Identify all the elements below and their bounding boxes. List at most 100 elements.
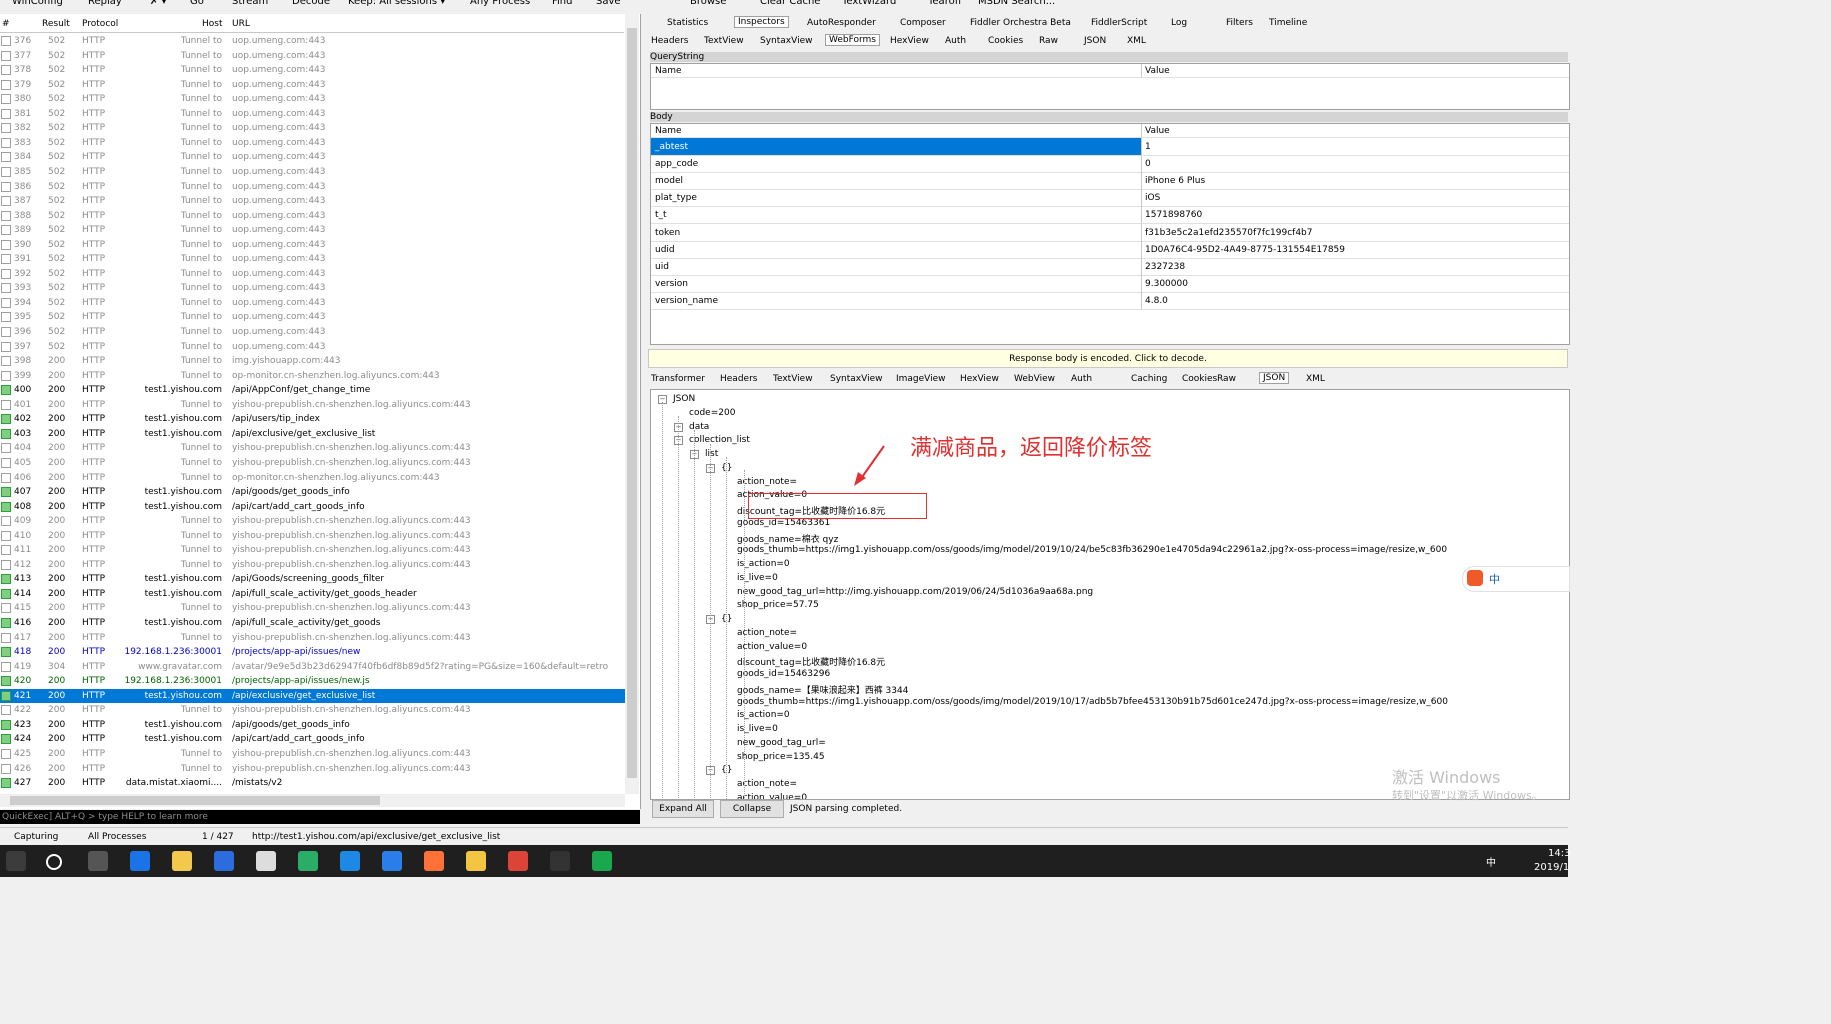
req-tab-json[interactable]: JSON (1084, 36, 1106, 46)
table-row[interactable]: 397 502 HTTP Tunnel to uop.umeng.com:443 (0, 340, 625, 355)
tree-leaf[interactable]: goods_name=【果味浪起来】西裤 3344 (737, 683, 908, 696)
tree-leaf[interactable]: action_note= (737, 779, 797, 789)
table-row[interactable]: 406 200 HTTP Tunnel to op-monitor.cn-shenzhe… (0, 471, 625, 486)
toolbar-item[interactable]: WinConfig (12, 0, 63, 7)
tray-ime[interactable]: 中 (1486, 854, 1496, 869)
table-row[interactable]: 387 502 HTTP Tunnel to uop.umeng.com:443 (0, 194, 625, 209)
body-field-value[interactable]: 4.8.0 (1145, 296, 1168, 306)
table-row[interactable]: 415 200 HTTP Tunnel to yishou-prepublish.cn-… (0, 601, 625, 616)
table-row[interactable]: 412 200 HTTP Tunnel to yishou-prepublish.cn-… (0, 558, 625, 573)
collapse-button[interactable]: Collapse (720, 800, 784, 818)
table-row[interactable]: 377 502 HTTP Tunnel to uop.umeng.com:443 (0, 49, 625, 64)
body-field-value[interactable]: 1D0A76C4-95D2-4A49-8775-131554E17859 (1145, 245, 1345, 255)
toolbar-item[interactable]: Browse (690, 0, 726, 7)
toolbar-item[interactable]: Find (552, 0, 573, 7)
body-field-value[interactable]: 1 (1145, 142, 1151, 152)
wechat-icon[interactable] (298, 851, 318, 871)
fiddler-taskbar-icon[interactable] (592, 851, 612, 871)
file-explorer-icon[interactable] (172, 851, 192, 871)
table-row[interactable]: 425 200 HTTP Tunnel to yishou-prepublish.cn-… (0, 747, 625, 762)
table-row[interactable]: 378 502 HTTP Tunnel to uop.umeng.com:443 (0, 63, 625, 78)
resp-tab-caching[interactable]: Caching (1131, 374, 1167, 384)
body-row[interactable]: t_t 1571898760 (651, 206, 1569, 225)
chrome-icon[interactable] (508, 851, 528, 871)
tree-node[interactable]: collection_list (689, 435, 750, 445)
req-tab-xml[interactable]: XML (1127, 36, 1146, 46)
table-row[interactable]: 389 502 HTTP Tunnel to uop.umeng.com:443 (0, 223, 625, 238)
table-row[interactable]: 384 502 HTTP Tunnel to uop.umeng.com:443 (0, 150, 625, 165)
body-row[interactable]: plat_type iOS (651, 189, 1569, 208)
body-grid[interactable]: Name Value _abtest 1 app_code 0 model iPhone … (650, 123, 1570, 345)
store-icon[interactable] (214, 851, 234, 871)
resp-tab-xml[interactable]: XML (1306, 374, 1325, 384)
body-row[interactable]: token f31b3e5c2a1efd235570f7fc199cf4b7 (651, 223, 1569, 242)
col-url[interactable]: URL (232, 19, 250, 29)
tab-autoresponder[interactable]: AutoResponder (807, 18, 876, 28)
req-tab-hexview[interactable]: HexView (890, 36, 929, 46)
tree-leaf[interactable]: action_value=0 (737, 793, 807, 799)
toolbar-item[interactable]: Keep: All sessions ▾ (348, 0, 445, 7)
table-row[interactable]: 411 200 HTTP Tunnel to yishou-prepublish.cn-… (0, 543, 625, 558)
toolbar-item[interactable]: Any Process (470, 0, 530, 7)
table-row[interactable]: 382 502 HTTP Tunnel to uop.umeng.com:443 (0, 121, 625, 136)
table-row[interactable]: 385 502 HTTP Tunnel to uop.umeng.com:443 (0, 165, 625, 180)
toolbar-item[interactable]: Decode (292, 0, 330, 7)
table-row[interactable]: 416 200 HTTP test1.yishou.com/api/full_scal… (0, 616, 625, 631)
tree-leaf[interactable]: goods_name=棉衣 qyz (737, 532, 838, 545)
toolbar-item[interactable]: Clear Cache (760, 0, 820, 7)
toolbar-item[interactable]: ✗ ▾ (150, 0, 167, 7)
req-tab-headers[interactable]: Headers (651, 36, 688, 46)
tab-filters[interactable]: Filters (1226, 18, 1253, 28)
process-filter[interactable]: All Processes (88, 832, 146, 842)
tree-leaf[interactable]: action_note= (737, 628, 797, 638)
table-row[interactable]: 423 200 HTTP test1.yishou.com/api/goods/get… (0, 718, 625, 733)
chick-app-icon[interactable] (466, 851, 486, 871)
tree-leaf[interactable]: action_value=0 (737, 642, 807, 652)
toolbar-item[interactable]: Save (596, 0, 621, 7)
table-row[interactable]: 413 200 HTTP test1.yishou.com/api/Goods/scr… (0, 572, 625, 587)
req-tab-syntaxview[interactable]: SyntaxView (760, 36, 812, 46)
table-row[interactable]: 417 200 HTTP Tunnel to yishou-prepublish.cn-… (0, 631, 625, 646)
decode-notice-bar[interactable]: Response body is encoded. Click to decod… (648, 349, 1568, 368)
table-row[interactable]: 407 200 HTTP test1.yishou.com/api/goods/get… (0, 485, 625, 500)
tree-leaf[interactable]: goods_thumb=https://img1.yishouapp.com/o… (737, 545, 1447, 555)
table-row[interactable]: 418 200 HTTP 192.168.1.236:30001/projects/a… (0, 645, 625, 660)
table-row[interactable]: 383 502 HTTP Tunnel to uop.umeng.com:443 (0, 136, 625, 151)
col-number[interactable]: # (2, 19, 10, 29)
resp-tab-json[interactable]: JSON (1259, 372, 1290, 384)
resp-tab-syntaxview[interactable]: SyntaxView (830, 374, 882, 384)
table-row[interactable]: 422 200 HTTP Tunnel to yishou-prepublish.cn-… (0, 703, 625, 718)
table-row[interactable]: 402 200 HTTP test1.yishou.com/api/users/tip… (0, 412, 625, 427)
tree-node[interactable]: JSON (673, 394, 695, 404)
resp-tab-hexview[interactable]: HexView (960, 374, 999, 384)
table-row[interactable]: 427 200 HTTP data.mistat.xiaomi.... /mistats… (0, 776, 625, 791)
table-row[interactable]: 381 502 HTTP Tunnel to uop.umeng.com:443 (0, 107, 625, 122)
table-row[interactable]: 396 502 HTTP Tunnel to uop.umeng.com:443 (0, 325, 625, 340)
table-row[interactable]: 392 502 HTTP Tunnel to uop.umeng.com:443 (0, 267, 625, 282)
tab-fiddler-orchestra-beta[interactable]: Fiddler Orchestra Beta (970, 18, 1071, 28)
table-row[interactable]: 393 502 HTTP Tunnel to uop.umeng.com:443 (0, 281, 625, 296)
body-row[interactable]: version 9.300000 (651, 274, 1569, 293)
task-view-icon[interactable] (88, 851, 108, 871)
req-tab-cookies[interactable]: Cookies (988, 36, 1023, 46)
table-row[interactable]: 388 502 HTTP Tunnel to uop.umeng.com:443 (0, 209, 625, 224)
resp-tab-raw[interactable]: Raw (1217, 374, 1236, 384)
body-field-value[interactable]: iOS (1145, 193, 1160, 203)
capturing-status[interactable]: Capturing (14, 832, 58, 842)
table-row[interactable]: 420 200 HTTP 192.168.1.236:30001/projects/a… (0, 674, 625, 689)
req-tab-textview[interactable]: TextView (704, 36, 744, 46)
table-row[interactable]: 391 502 HTTP Tunnel to uop.umeng.com:443 (0, 252, 625, 267)
table-row[interactable]: 409 200 HTTP Tunnel to yishou-prepublish.cn-… (0, 514, 625, 529)
tray-date[interactable]: 2019/1 (1534, 862, 1569, 873)
resp-tab-cookies[interactable]: Cookies (1182, 374, 1217, 384)
table-row[interactable]: 398 200 HTTP Tunnel to img.yishouapp.com:443 (0, 354, 625, 369)
tab-fiddlerscript[interactable]: FiddlerScript (1091, 18, 1147, 28)
table-row[interactable]: 421 200 HTTP test1.yishou.com/api/exclusive… (0, 688, 625, 704)
querystring-grid[interactable]: Name Value (650, 63, 1570, 110)
body-field-value[interactable]: f31b3e5c2a1efd235570f7fc199cf4b7 (1145, 228, 1312, 238)
session-vscroll-thumb[interactable] (627, 28, 637, 778)
table-row[interactable]: 399 200 HTTP Tunnel to op-monitor.cn-shenzhe… (0, 369, 625, 384)
ime-mode[interactable]: 中 (1489, 571, 1500, 587)
tab-composer[interactable]: Composer (900, 18, 946, 28)
resp-tab-auth[interactable]: Auth (1071, 374, 1092, 384)
